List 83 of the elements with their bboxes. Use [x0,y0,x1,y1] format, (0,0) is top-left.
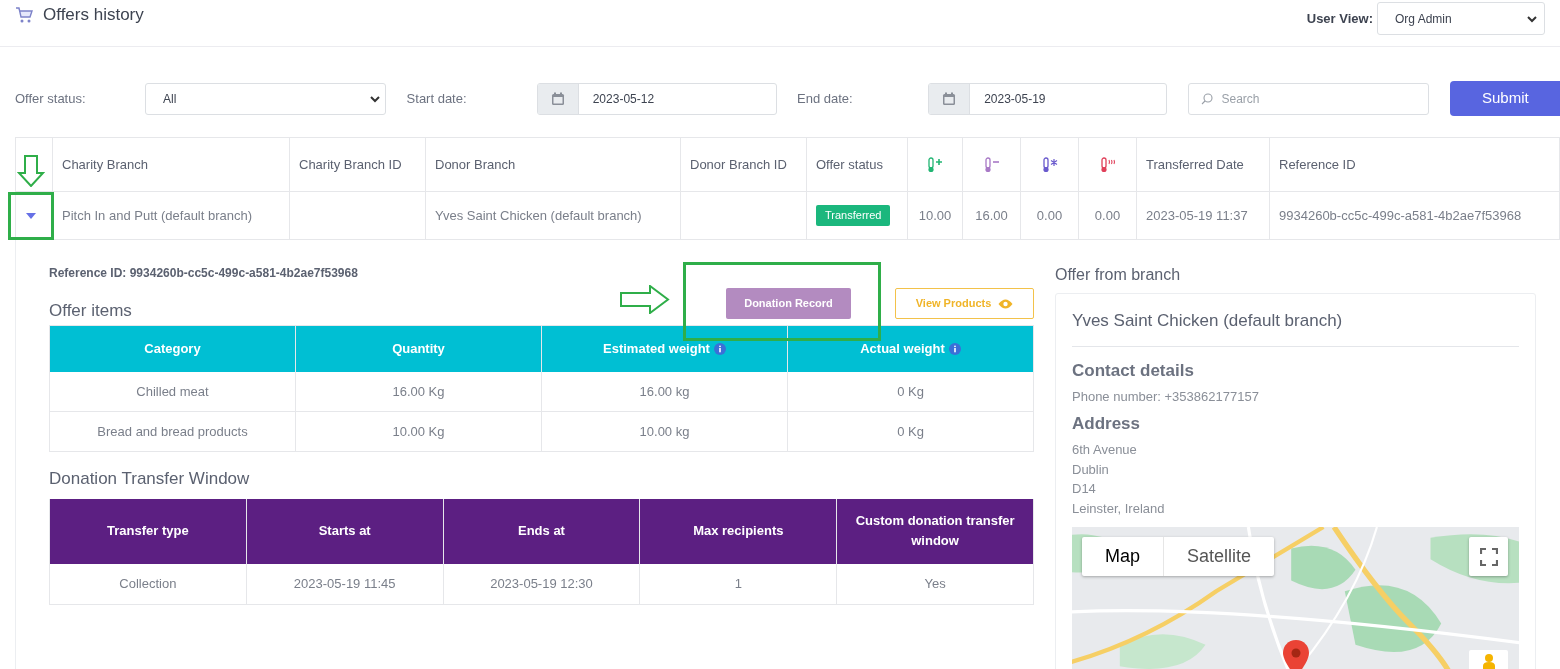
end-date-field[interactable]: 2023-05-19 [928,82,1168,115]
cart-icon [15,5,33,24]
table-cell-text: Pitch In and Putt (default branch) [62,206,253,225]
thermometer-heat-icon [1098,156,1117,173]
table-cell-text: 9934260b-cc5c-499c-a581-4b2ae7f53968 [1279,206,1522,225]
column-header: Transfer type [107,522,189,540]
table-cell-text: 2023-05-19 11:37 [1146,206,1248,225]
person-icon [1481,654,1496,669]
thermometer-minus-icon [982,156,1001,173]
fullscreen-icon [1479,547,1498,566]
address-line: Leinster, Ireland [1072,499,1166,518]
column-header: Actual weight [860,340,945,359]
fullscreen-button[interactable] [1469,537,1508,576]
section-title: Donation Transfer Window [49,468,251,490]
column-header: Estimated weight [603,340,710,359]
table-cell-text: Yves Saint Chicken (default branch) [435,206,642,225]
table-cell-text: 10.00 [917,206,953,225]
table-cell-text: Yes [924,574,946,593]
address-line: Dublin [1072,460,1110,479]
column-header: Donor Branch [435,155,516,174]
offer-status-label: Offer status: [15,89,87,108]
table-cell-text: 10.00 kg [639,422,690,441]
address-heading: Address [1072,412,1142,435]
search-input[interactable]: Search [1221,89,1412,108]
eye-icon [998,298,1014,309]
table-cell-text: Bread and bread products [97,422,248,441]
contact-heading: Contact details [1072,359,1195,382]
table-cell-text: 2023-05-19 11:45 [293,574,396,593]
column-header: Charity Branch [62,155,148,174]
table-cell-text: Collection [119,574,177,593]
user-view-select[interactable]: Org Admin [1377,2,1545,35]
annotation-arrow [620,285,670,314]
thermometer-snowflake-icon [1040,156,1059,173]
start-date-field[interactable]: 2023-05-12 [536,82,778,115]
table-cell-text: 16.00 [974,206,1009,225]
offer-status-select[interactable]: All [145,82,386,115]
column-header: Offer status [816,155,883,174]
column-header: Ends at [518,522,565,540]
start-date-label: Start date: [406,89,468,108]
search-icon [1201,92,1214,105]
column-header: Max recipients [693,522,784,540]
caret-down-icon[interactable] [26,210,36,221]
end-date-label: End date: [797,89,854,108]
search-field[interactable]: Search [1188,82,1429,115]
branch-name: Yves Saint Chicken (default branch) [1072,308,1519,347]
reference-id: Reference ID: 9934260b-cc5c-499c-a581-4b2ae7f53968 [49,265,359,278]
table-cell-text: 0 Kg [897,382,924,401]
column-header: Reference ID [1279,155,1356,174]
user-view-label: User View: [1306,9,1373,28]
table-cell-text: 0.00 [1093,206,1122,225]
column-header: Starts at [318,522,371,540]
phone-number: Phone number: +353862177157 [1072,388,1260,406]
table-cell-text: 10.00 Kg [392,422,445,441]
column-header: Transferred Date [1146,155,1244,174]
table-cell-text: 1 [734,574,742,593]
table-cell-text: 0 Kg [897,422,924,441]
table-cell-text: 16.00 Kg [392,382,445,401]
column-header: Custom donation transfer window [854,512,1016,550]
annotation-arrow [17,155,45,187]
address-line: 6th Avenue [1072,441,1138,459]
status-badge: Transferred [816,205,891,226]
section-title: Offer from branch [1055,265,1182,285]
table-cell-text: 16.00 kg [639,382,690,401]
table-cell-text: 0.00 [1035,206,1064,225]
column-header: Category [144,340,201,359]
thermometer-plus-icon [926,156,944,173]
column-header: Donor Branch ID [690,155,787,174]
map-type-tab[interactable]: Map [1082,537,1163,576]
submit-button[interactable]: Submit [1450,81,1560,116]
page-title: Offers history [43,4,144,26]
highlight-frame [8,192,54,240]
calendar-addon[interactable] [537,83,579,114]
address-line: D14 [1072,480,1097,498]
calendar-addon[interactable] [929,83,971,114]
table-cell-text: 2023-05-19 12:30 [490,574,593,593]
column-header: Quantity [392,340,445,359]
calendar-icon [942,91,957,106]
column-header: Charity Branch ID [299,155,402,174]
section-title: Offer items [49,299,132,322]
map-type-tab[interactable]: Satellite [1163,537,1275,576]
calendar-icon [550,91,565,106]
table-cell-text: Chilled meat [136,382,209,401]
map-pin-icon [1283,640,1309,669]
